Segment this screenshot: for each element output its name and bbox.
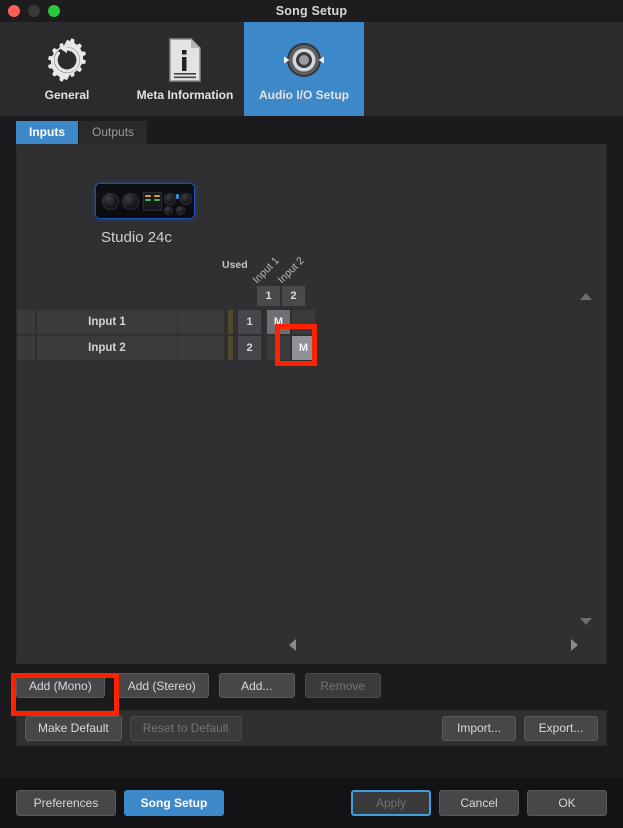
used-column-header: Used — [222, 259, 248, 271]
import-button[interactable]: Import... — [442, 715, 516, 741]
add-mono-button[interactable]: Add (Mono) — [16, 673, 105, 698]
gear-icon — [44, 34, 90, 86]
cancel-button[interactable]: Cancel — [439, 790, 519, 816]
toolbar-item-general[interactable]: General — [8, 22, 126, 116]
io-tabs: Inputs Outputs — [0, 116, 623, 144]
scroll-right-arrow[interactable] — [571, 639, 578, 651]
toolbar-item-audio-io-setup-label: Audio I/O Setup — [259, 88, 349, 102]
audio-interface-image — [95, 183, 195, 219]
column-number-1[interactable]: 1 — [257, 286, 280, 306]
row-cells: M — [267, 310, 317, 334]
audio-io-icon — [273, 34, 335, 86]
scroll-left-arrow[interactable] — [289, 639, 296, 651]
toolbar-item-general-label: General — [44, 88, 90, 102]
scroll-up-arrow[interactable] — [580, 293, 592, 300]
matrix-cell-r1c1[interactable]: M — [267, 310, 290, 334]
table-row[interactable]: Input 1 1 M — [17, 310, 606, 334]
defaults-bar: Make Default Reset to Default Import... … — [16, 710, 607, 746]
toolbar-item-audio-io-setup[interactable]: Audio I/O Setup — [244, 22, 364, 116]
column-label-input-2: Input 2 — [275, 254, 307, 286]
add-stereo-button[interactable]: Add (Stereo) — [114, 673, 209, 698]
io-routing-panel: Studio 24c Used Input 1 Input 2 1 2 Inpu… — [16, 144, 607, 664]
column-label-input-1: Input 1 — [250, 254, 282, 286]
settings-toolbar: General Meta Information Audio I/O Setup — [0, 22, 623, 116]
tab-outputs[interactable]: Outputs — [79, 121, 148, 144]
apply-button[interactable]: Apply — [351, 790, 431, 816]
row-number-2: 2 — [238, 336, 261, 360]
toolbar-item-meta-information[interactable]: Meta Information — [126, 22, 244, 116]
device-name: Studio 24c — [101, 229, 172, 246]
window-titlebar: Song Setup — [0, 0, 623, 22]
make-default-button[interactable]: Make Default — [25, 715, 122, 741]
row-name-input-1[interactable]: Input 1 — [37, 310, 177, 334]
tab-inputs[interactable]: Inputs — [16, 121, 78, 144]
row-handle[interactable] — [17, 310, 35, 334]
table-row[interactable]: Input 2 2 M — [17, 336, 606, 360]
matrix-cell-r2c1[interactable] — [267, 336, 290, 360]
column-number-2[interactable]: 2 — [282, 286, 305, 306]
row-name-input-2[interactable]: Input 2 — [37, 336, 177, 360]
toolbar-item-meta-information-label: Meta Information — [136, 88, 234, 102]
row-divider-bar — [228, 336, 233, 360]
document-info-icon — [168, 34, 202, 86]
matrix-column-labels: Input 1 Input 2 — [251, 252, 606, 286]
reset-to-default-button[interactable]: Reset to Default — [129, 715, 242, 741]
export-button[interactable]: Export... — [524, 715, 598, 741]
remove-button[interactable]: Remove — [304, 673, 381, 698]
preferences-button[interactable]: Preferences — [16, 790, 116, 816]
row-used-cell — [178, 310, 224, 334]
matrix-column-numbers: 1 2 — [257, 286, 606, 306]
dialog-footer: Preferences Song Setup Apply Cancel OK — [0, 778, 623, 828]
add-button[interactable]: Add... — [218, 673, 295, 698]
routing-matrix: Used Input 1 Input 2 1 2 Input 1 1 M Inp… — [17, 252, 606, 360]
scroll-down-arrow[interactable] — [580, 618, 592, 625]
window-title: Song Setup — [275, 4, 348, 18]
row-divider-bar — [228, 310, 233, 334]
ok-button[interactable]: OK — [527, 790, 607, 816]
row-number-1: 1 — [238, 310, 261, 334]
row-cells: M — [267, 336, 317, 360]
matrix-cell-r1c2[interactable] — [292, 310, 315, 334]
row-used-cell — [178, 336, 224, 360]
channel-actions-bar: Add (Mono) Add (Stereo) Add... Remove — [0, 673, 623, 716]
matrix-cell-r2c2[interactable]: M — [292, 336, 315, 360]
row-handle[interactable] — [17, 336, 35, 360]
song-setup-button[interactable]: Song Setup — [124, 790, 224, 816]
device-block: Studio 24c — [17, 145, 606, 246]
